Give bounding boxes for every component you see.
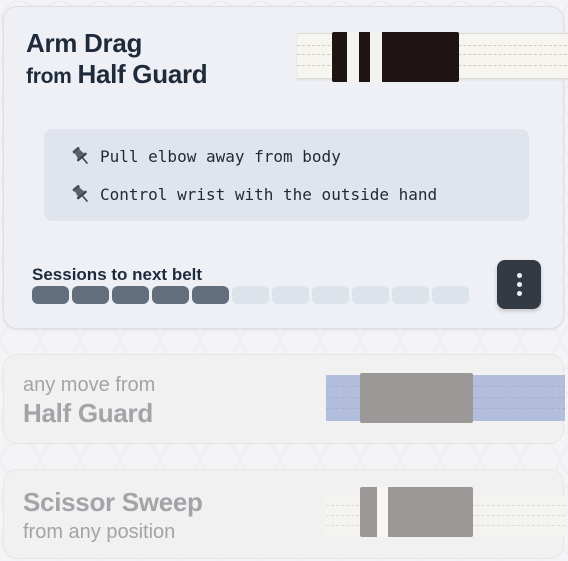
technique-card-any-move-half-guard[interactable]: any move from Half Guard	[3, 354, 565, 444]
progress-segment-remaining	[272, 286, 309, 304]
belt-stripe	[377, 487, 388, 537]
progress-segment-remaining	[312, 286, 349, 304]
tip-item: Control wrist with the outside hand	[70, 182, 437, 206]
tip-item: Pull elbow away from body	[70, 144, 341, 168]
sessions-label: Sessions to next belt	[32, 265, 203, 284]
pushpin-icon	[72, 184, 89, 203]
belt-stripe	[347, 32, 359, 82]
belt-rank-bar	[360, 373, 473, 423]
tips-box: Pull elbow away from body Control wrist …	[44, 129, 529, 221]
technique-card-arm-drag[interactable]: Arm Drag from Half Guard Pull elbow away …	[3, 6, 568, 329]
progress-segment-remaining	[392, 286, 429, 304]
card-heading: Scissor Sweep	[23, 487, 203, 517]
card-title: Scissor Sweep from any position	[23, 486, 203, 544]
progress-segment-remaining	[232, 286, 269, 304]
progress-segment-completed	[152, 286, 189, 304]
progress-segment-completed	[72, 286, 109, 304]
position-name: Half Guard	[77, 59, 208, 89]
tip-text: Pull elbow away from body	[100, 146, 341, 166]
progress-segment-remaining	[432, 286, 469, 304]
belt-stripe	[370, 32, 382, 82]
technique-card-scissor-sweep[interactable]: Scissor Sweep from any position	[3, 469, 565, 559]
belt-white	[326, 487, 565, 537]
belt-white-with-black-bar	[297, 32, 568, 82]
tip-text: Control wrist with the outside hand	[100, 184, 438, 204]
progress-segment-completed	[192, 286, 229, 304]
progress-segment-completed	[112, 286, 149, 304]
card-heading: Half Guard	[23, 398, 153, 428]
progress-segment-remaining	[352, 286, 389, 304]
card-subtitle: any move from	[23, 374, 156, 396]
from-label: from	[26, 65, 72, 88]
kebab-menu-icon	[516, 273, 522, 278]
card-title: any move from Half Guard	[23, 373, 155, 429]
technique-title: Arm Drag from Half Guard	[26, 27, 208, 92]
pushpin-icon	[72, 146, 89, 165]
position-line: from Half Guard	[26, 59, 208, 92]
more-options-button[interactable]	[497, 260, 541, 309]
move-name: Arm Drag	[26, 28, 143, 58]
belt-blue	[326, 373, 565, 423]
belt-rank-bar	[332, 32, 459, 82]
progress-segment-completed	[32, 286, 69, 304]
belt-rank-bar	[360, 487, 473, 537]
card-subtitle: from any position	[23, 521, 176, 543]
sessions-progress-bar	[32, 286, 469, 304]
